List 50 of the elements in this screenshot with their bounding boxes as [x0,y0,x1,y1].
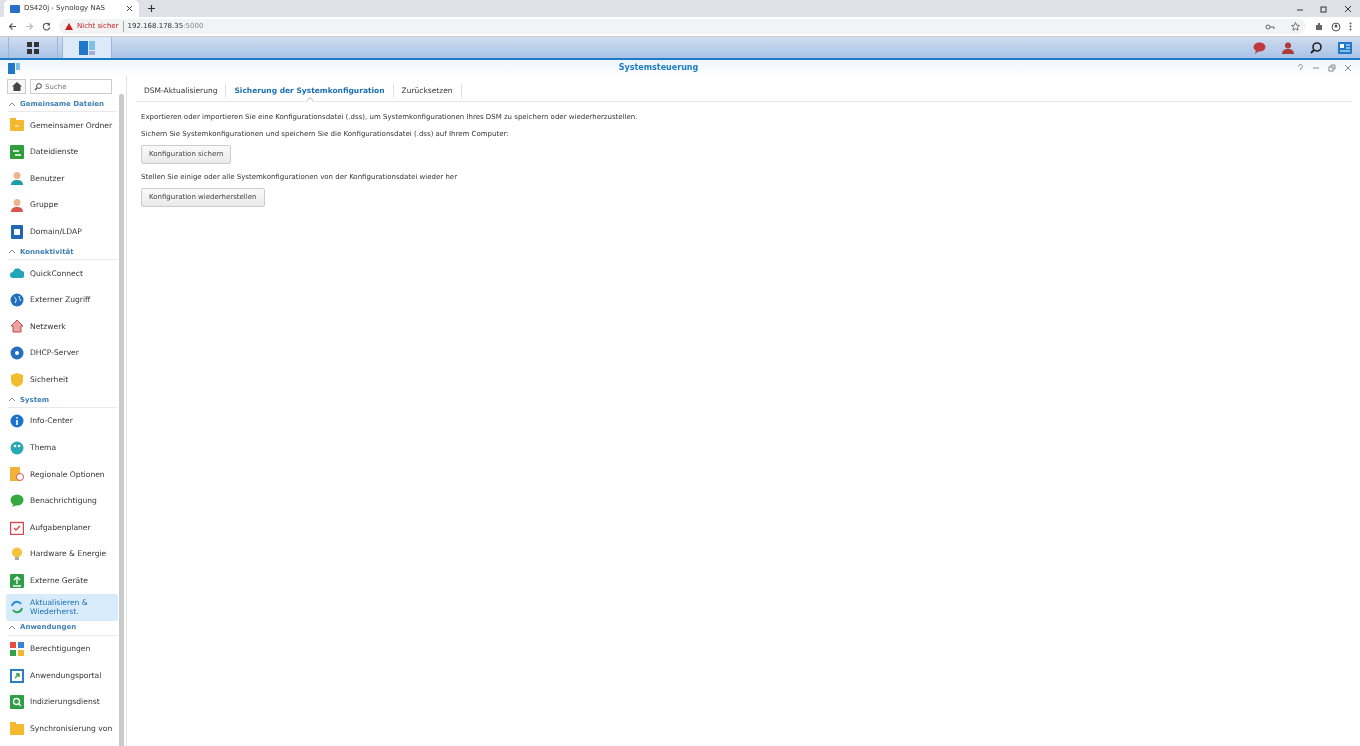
chat-icon[interactable] [1253,41,1266,54]
file-services-icon [10,144,24,159]
folder-icon [10,118,24,133]
shortcut-icon [10,668,24,683]
chevron-icon[interactable] [8,624,16,632]
restore-icon[interactable] [1328,64,1336,72]
control-panel-icon [8,62,20,74]
favicon-icon [10,4,20,13]
tiles-icon [10,642,24,656]
reload-icon[interactable] [42,22,51,31]
refresh-icon [10,600,24,615]
main-menu-button[interactable] [8,37,58,58]
cloud-icon [10,266,24,281]
chevron-icon[interactable] [8,100,16,108]
grid-icon [27,41,39,54]
back-icon[interactable] [8,22,17,31]
widgets-icon[interactable] [1338,41,1352,54]
close-tab-icon[interactable] [126,3,133,14]
home-button[interactable] [7,79,26,94]
control-panel-taskbar-button[interactable] [62,37,112,58]
palette-icon [10,440,24,455]
home-icon [11,82,22,91]
bulb-icon [10,547,24,562]
group-icon [10,198,24,213]
close-icon[interactable] [1344,5,1352,13]
key-icon[interactable] [1265,22,1275,31]
upload-icon [10,573,24,588]
contact-book-icon [10,224,24,239]
window-title: Systemsteuerung [618,62,699,74]
search-icon [10,695,24,710]
restore-icon[interactable] [1320,5,1328,13]
folder-icon [10,721,24,736]
search-icon [34,82,42,91]
chevron-icon[interactable] [8,248,16,256]
calendar-clock-icon [10,467,24,482]
calendar-check-icon [10,520,24,535]
star-icon[interactable] [1291,22,1300,31]
user-icon[interactable] [1282,41,1294,54]
menu-icon[interactable] [1349,22,1352,31]
globe-icon [10,292,24,307]
chat-icon [10,494,24,508]
control-panel-icon [79,40,95,55]
shield-icon [10,372,24,387]
house-icon [10,319,24,334]
new-tab-icon[interactable] [147,4,156,13]
warning-icon [65,23,73,30]
chevron-icon[interactable] [8,396,16,404]
info-icon [10,414,24,429]
search-icon[interactable] [1310,41,1322,54]
user-icon [10,171,24,186]
